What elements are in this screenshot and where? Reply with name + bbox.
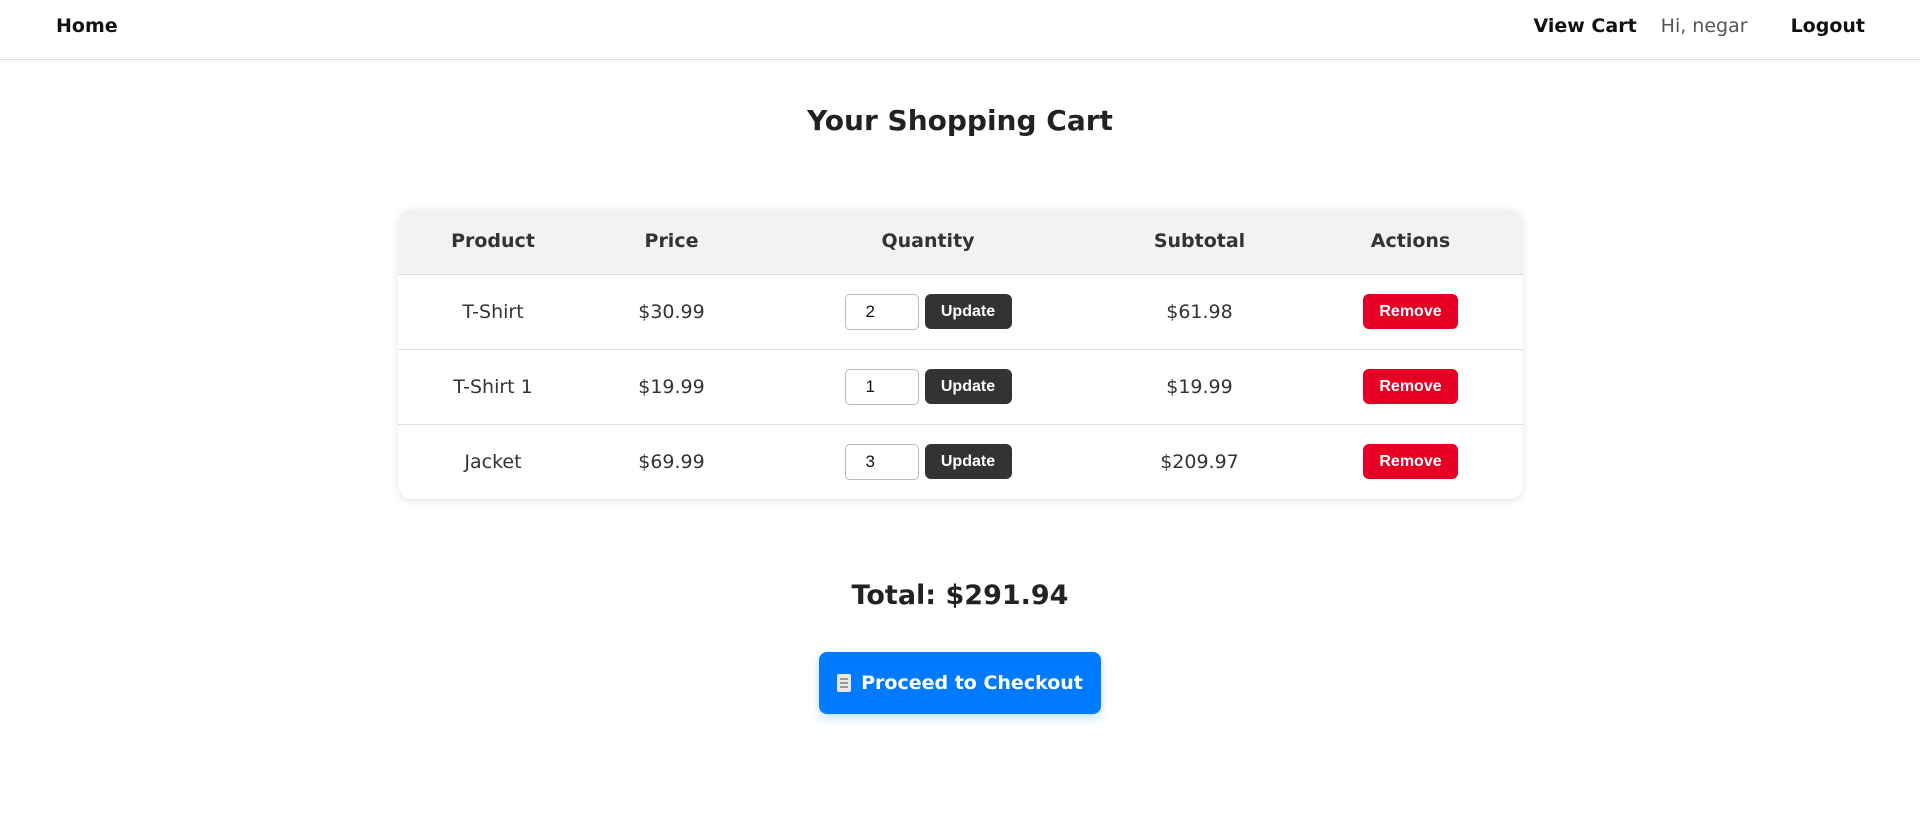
header-product: Product xyxy=(451,230,535,253)
receipt-icon xyxy=(837,674,852,692)
table-row: T-Shirt 1 $19.99 Update $19.99 Remove xyxy=(398,349,1523,424)
page-title: Your Shopping Cart xyxy=(807,104,1113,137)
actions-cell: Remove xyxy=(1298,274,1523,349)
quantity-cell: Update xyxy=(755,274,1101,349)
update-button[interactable]: Update xyxy=(924,369,1012,404)
quantity-input[interactable] xyxy=(844,443,919,480)
proceed-to-checkout-button[interactable]: Proceed to Checkout xyxy=(819,652,1101,714)
header-subtotal: Subtotal xyxy=(1153,230,1246,253)
update-button[interactable]: Update xyxy=(924,294,1012,329)
remove-button[interactable]: Remove xyxy=(1363,444,1458,480)
nav-view-cart-link[interactable]: View Cart xyxy=(1534,15,1637,37)
table-header-row: Product Price Quantity Subtotal Actions xyxy=(398,209,1523,274)
product-price: $69.99 xyxy=(638,450,705,473)
cart-table: Product Price Quantity Subtotal Actions … xyxy=(398,209,1523,499)
product-price: $30.99 xyxy=(638,300,705,323)
product-subtotal: $19.99 xyxy=(1166,375,1233,398)
quantity-controls: Update xyxy=(844,443,1012,480)
cart-total: Total: $291.94 xyxy=(851,580,1069,611)
checkout-button-label: Proceed to Checkout xyxy=(861,672,1083,694)
nav-logout-link[interactable]: Logout xyxy=(1791,15,1865,37)
nav-right: View Cart Hi, negar Logout xyxy=(1534,15,1866,37)
quantity-controls: Update xyxy=(844,293,1012,330)
user-greeting: Hi, negar xyxy=(1660,15,1748,37)
remove-button[interactable]: Remove xyxy=(1363,294,1458,329)
product-name: T-Shirt xyxy=(462,300,524,323)
actions-cell: Remove xyxy=(1298,424,1523,499)
quantity-input[interactable] xyxy=(844,368,919,405)
remove-button[interactable]: Remove xyxy=(1363,369,1458,404)
table-row: Jacket $69.99 Update $209.97 Remove xyxy=(398,424,1523,499)
product-name: T-Shirt 1 xyxy=(453,375,533,398)
navbar: Home View Cart Hi, negar Logout xyxy=(0,0,1920,60)
update-button[interactable]: Update xyxy=(924,444,1012,480)
product-price: $19.99 xyxy=(638,375,705,398)
product-subtotal: $61.98 xyxy=(1166,300,1233,323)
product-name: Jacket xyxy=(464,450,522,473)
table-row: T-Shirt $30.99 Update $61.98 Remove xyxy=(398,274,1523,349)
quantity-controls: Update xyxy=(844,368,1012,405)
header-price: Price xyxy=(644,230,699,253)
actions-cell: Remove xyxy=(1298,349,1523,424)
product-subtotal: $209.97 xyxy=(1160,450,1239,473)
header-actions: Actions xyxy=(1370,230,1451,253)
quantity-cell: Update xyxy=(755,424,1101,499)
header-quantity: Quantity xyxy=(881,230,975,253)
nav-home-link[interactable]: Home xyxy=(56,15,118,37)
cart-table-container: Product Price Quantity Subtotal Actions … xyxy=(398,209,1523,499)
quantity-cell: Update xyxy=(755,349,1101,424)
quantity-input[interactable] xyxy=(844,293,919,330)
